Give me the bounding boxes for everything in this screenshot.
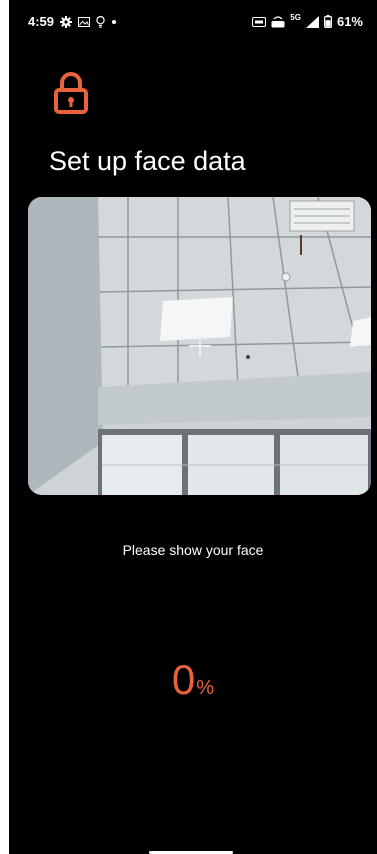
progress-indicator: 0% bbox=[9, 656, 377, 704]
network-type: 5G bbox=[290, 13, 301, 22]
hd-voice-icon bbox=[252, 16, 267, 27]
face-setup-screen: 4:59 5G 61% Set up face data Please show… bbox=[9, 0, 377, 854]
settings-icon bbox=[60, 15, 73, 28]
page-title: Set up face data bbox=[49, 146, 246, 176]
face-prompt-text: Please show your face bbox=[122, 542, 264, 558]
gallery-icon bbox=[78, 16, 91, 27]
dot-icon bbox=[111, 19, 117, 25]
lock-icon bbox=[53, 72, 89, 116]
signal-icon bbox=[305, 15, 319, 28]
battery-icon bbox=[323, 15, 332, 28]
status-bar: 4:59 5G 61% bbox=[9, 0, 377, 44]
volte-icon bbox=[271, 15, 285, 28]
status-time: 4:59 bbox=[28, 14, 55, 29]
status-left: 4:59 bbox=[28, 14, 117, 29]
progress-value: 0 bbox=[171, 656, 196, 703]
progress-unit: % bbox=[196, 677, 215, 699]
status-right: 5G 61% bbox=[252, 13, 363, 29]
battery-percent: 61% bbox=[336, 14, 363, 29]
bulb-icon bbox=[96, 15, 105, 28]
camera-preview bbox=[28, 197, 371, 495]
